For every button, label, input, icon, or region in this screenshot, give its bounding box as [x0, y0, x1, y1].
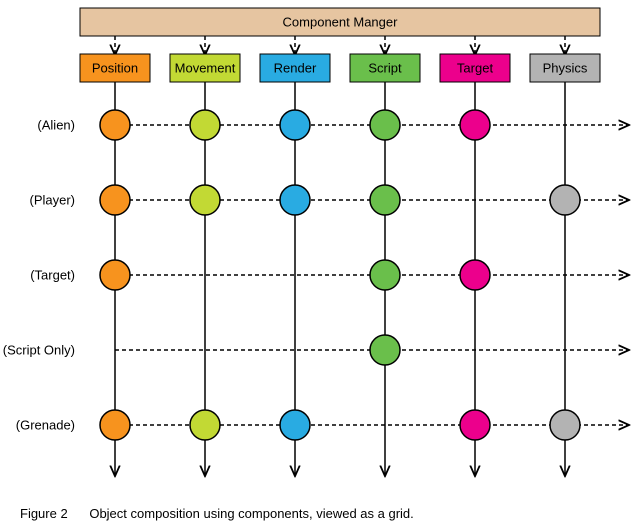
node-target-position: [100, 260, 130, 290]
node-player-render: [280, 185, 310, 215]
row-label-scriptonly: (Script Only): [3, 342, 75, 357]
node-alien-target: [460, 110, 490, 140]
node-alien-script: [370, 110, 400, 140]
node-grenade-target: [460, 410, 490, 440]
column-label-physics: Physics: [543, 60, 588, 75]
node-grenade-position: [100, 410, 130, 440]
node-grenade-movement: [190, 410, 220, 440]
node-scriptonly-script: [370, 335, 400, 365]
node-grenade-render: [280, 410, 310, 440]
column-label-movement: Movement: [175, 60, 236, 75]
node-target-target: [460, 260, 490, 290]
column-label-render: Render: [274, 60, 317, 75]
caption-prefix: Figure 2: [20, 506, 68, 521]
node-alien-movement: [190, 110, 220, 140]
node-alien-position: [100, 110, 130, 140]
column-label-script: Script: [368, 60, 402, 75]
node-player-script: [370, 185, 400, 215]
row-label-player: (Player): [29, 192, 75, 207]
node-player-position: [100, 185, 130, 215]
node-player-movement: [190, 185, 220, 215]
node-target-script: [370, 260, 400, 290]
component-manager-label: Component Manger: [283, 14, 399, 29]
node-alien-render: [280, 110, 310, 140]
node-player-physics: [550, 185, 580, 215]
column-label-target: Target: [457, 60, 494, 75]
caption-text: Object composition using components, vie…: [89, 506, 413, 521]
row-label-target: (Target): [30, 267, 75, 282]
row-label-alien: (Alien): [37, 117, 75, 132]
row-label-grenade: (Grenade): [16, 417, 75, 432]
node-grenade-physics: [550, 410, 580, 440]
column-label-position: Position: [92, 60, 138, 75]
figure-caption: Figure 2 Object composition using compon…: [20, 506, 414, 521]
